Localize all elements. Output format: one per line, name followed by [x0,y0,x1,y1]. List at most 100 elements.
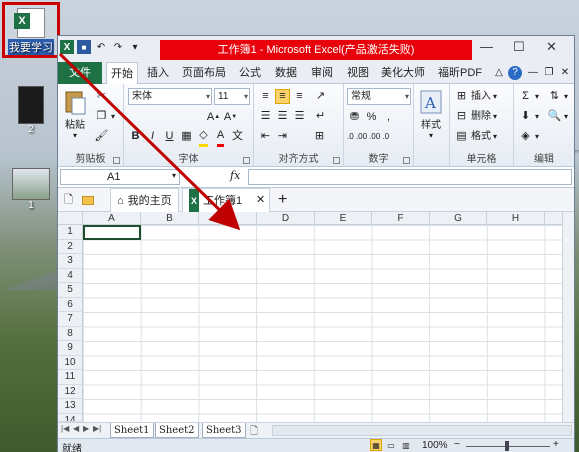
tab-beautify-master[interactable]: 美化大师 [378,62,428,84]
column-header[interactable]: A [83,212,141,225]
page-layout-view-icon[interactable]: ▭ [385,439,397,451]
currency-icon[interactable]: ⛃ [347,110,362,125]
align-bottom-icon[interactable]: ≡ [292,89,307,104]
desktop-excel-shortcut[interactable]: X 我要学习 [2,2,60,58]
increase-decimal-button[interactable]: .0 .00 [347,128,367,145]
help-icon[interactable]: ? [508,66,522,80]
cell-area[interactable] [83,225,574,422]
prev-sheet-icon[interactable]: ◀ [73,424,79,433]
number-launcher-icon[interactable] [403,157,410,164]
copy-dropdown-icon[interactable]: ▾ [111,108,115,125]
number-format-select[interactable]: 常规 ▾ [347,88,411,105]
minimize-button[interactable]: — [480,39,493,54]
align-center-icon[interactable]: ☰ [275,109,290,124]
last-sheet-icon[interactable]: ▶| [93,424,101,433]
fill-color-icon[interactable]: ◇ [196,129,211,147]
sort-filter-icon[interactable]: ⇅ [547,89,562,104]
styles-button[interactable]: A 样式 ▾ [418,88,444,140]
new-document-icon[interactable]: 🗋 [64,188,73,212]
tab-foxit-pdf[interactable]: 福昕PDF [432,62,488,84]
row-header[interactable]: 9 [58,341,83,356]
wrap-text-icon[interactable]: ↵ [313,109,328,124]
row-header[interactable]: 8 [58,326,83,341]
select-all-corner[interactable] [58,212,83,225]
alignment-launcher-icon[interactable] [333,157,340,164]
copy-button[interactable]: ❐ ▾ [94,108,115,125]
zoom-in-icon[interactable]: + [553,439,559,450]
close-workbook-icon[interactable]: ✕ [558,66,572,80]
tab-my-homepage[interactable]: ⌂ 我的主页 [110,188,179,212]
redo-icon[interactable]: ↷ [111,40,125,54]
column-header[interactable]: G [430,212,487,225]
paste-button[interactable]: 粘贴 ▾ [62,88,88,140]
row-header[interactable]: 14 [58,413,83,422]
ribbon-collapse-icon[interactable]: △ [492,66,506,80]
row-header[interactable]: 13 [58,399,83,414]
merge-center-icon[interactable]: ⊞ [312,129,327,144]
customize-qat-icon[interactable]: ▾ [128,40,142,54]
column-header[interactable]: E [315,212,372,225]
insert-cells-button[interactable]: ⊞ 插入 ▾ [454,88,497,105]
shrink-font-icon[interactable]: A ▼ [223,110,238,125]
format-cells-button[interactable]: ▤ 格式 ▾ [454,128,497,145]
column-header[interactable]: C [199,212,257,225]
maximize-button[interactable]: ☐ [513,39,525,55]
open-folder-icon[interactable] [82,188,94,212]
tab-insert[interactable]: 插入 [142,62,174,84]
row-header[interactable]: 6 [58,297,83,312]
page-break-view-icon[interactable]: ▥ [400,439,412,451]
zoom-slider-thumb[interactable] [505,441,509,451]
decrease-indent-icon[interactable]: ⇤ [258,129,273,144]
underline-button[interactable]: U [162,129,177,144]
font-launcher-icon[interactable] [243,157,250,164]
restore-workbook-icon[interactable]: ❐ [542,66,556,80]
autosum-icon[interactable]: Σ [518,89,533,104]
tab-data[interactable]: 数据 [270,62,302,84]
clear-icon[interactable]: ◈ [518,129,533,144]
tab-view[interactable]: 视图 [342,62,374,84]
excel-app-icon[interactable]: X [60,40,74,54]
percent-button[interactable]: % [364,110,379,125]
phonetic-icon[interactable]: 文 [230,129,245,144]
grow-font-icon[interactable]: A ▲ [206,110,221,125]
undo-icon[interactable]: ↶ [94,40,108,54]
save-icon[interactable]: ■ [77,40,91,54]
row-header[interactable]: 11 [58,370,83,385]
cut-button[interactable]: ✂ [94,88,109,105]
row-header[interactable]: 3 [58,254,83,269]
column-header[interactable]: F [372,212,430,225]
border-icon[interactable]: ▦ [179,129,194,144]
font-size-select[interactable]: 11 ▾ [214,88,250,105]
insert-function-icon[interactable]: fx [230,169,240,182]
zoom-level[interactable]: 100% [422,440,448,451]
vertical-scrollbar[interactable] [562,212,574,422]
name-box-dropdown-icon[interactable]: ▾ [172,171,176,180]
row-header[interactable]: 4 [58,268,83,283]
next-sheet-icon[interactable]: ▶ [83,424,89,433]
row-header[interactable]: 7 [58,312,83,327]
zoom-out-icon[interactable]: − [454,439,460,450]
close-button[interactable]: ✕ [546,39,557,55]
decrease-decimal-button[interactable]: .00 .0 [369,128,389,145]
font-name-select[interactable]: 宋体 ▾ [128,88,212,105]
minimize-workbook-icon[interactable]: — [526,66,540,80]
tab-review[interactable]: 审阅 [306,62,338,84]
align-top-icon[interactable]: ≡ [258,89,273,104]
align-right-icon[interactable]: ☰ [292,109,307,124]
first-sheet-icon[interactable]: |◀ [61,424,69,433]
paste-dropdown-icon[interactable]: ▾ [73,131,77,140]
row-header[interactable]: 10 [58,355,83,370]
normal-view-icon[interactable]: ▦ [370,439,382,451]
text-orientation-icon[interactable]: ↗ [313,89,328,104]
sheet-tab-sheet3[interactable]: Sheet3 [202,423,246,438]
sheet-tab-sheet1[interactable]: Sheet1 [110,423,154,438]
column-header[interactable]: B [141,212,199,225]
row-header[interactable]: 1 [58,225,83,240]
horizontal-scrollbar[interactable] [272,425,572,436]
align-left-icon[interactable]: ☰ [258,109,273,124]
column-header[interactable]: H [487,212,545,225]
align-middle-icon[interactable]: ≡ [275,89,290,104]
row-header[interactable]: 5 [58,283,83,298]
add-tab-icon[interactable]: + [278,188,287,212]
row-header[interactable]: 12 [58,384,83,399]
